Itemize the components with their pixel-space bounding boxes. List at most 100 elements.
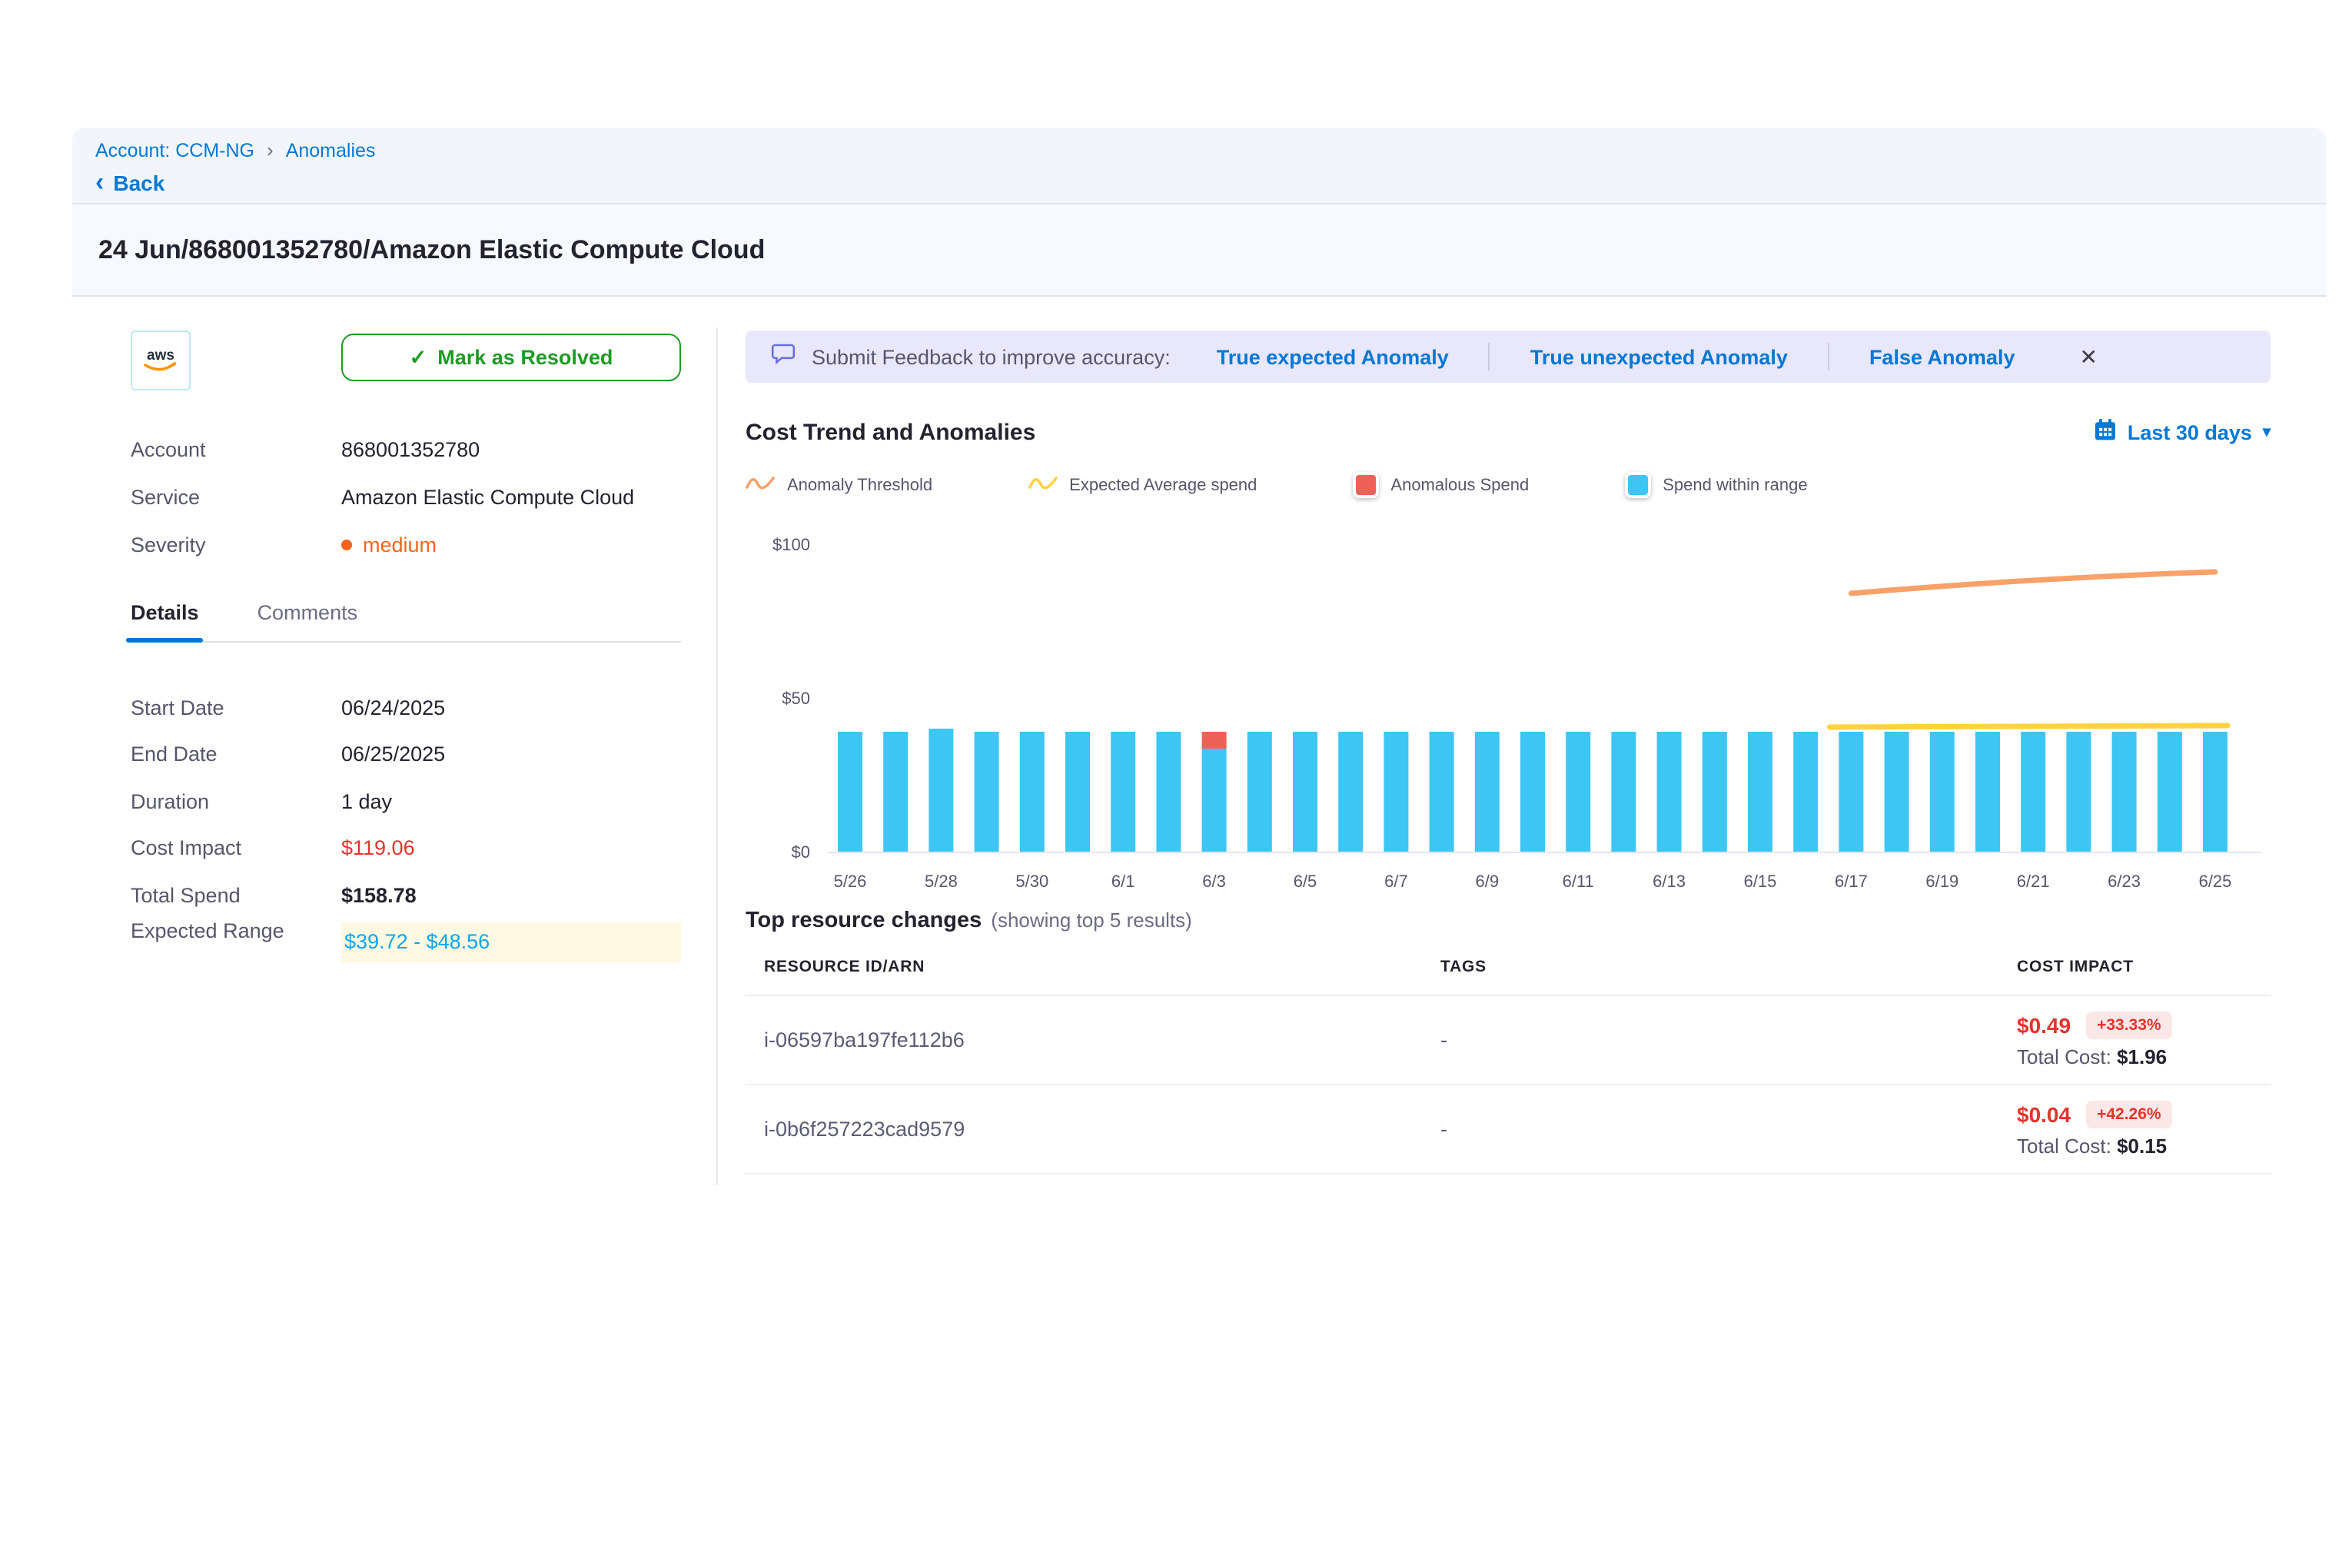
cost-impact-line: $0.49+33.33% xyxy=(2017,1012,2271,1039)
detail-label: End Date xyxy=(131,743,341,766)
detail-row: Expected Range$39.72 - $48.56 xyxy=(131,919,681,965)
table-title: Top resource changes xyxy=(746,909,982,933)
resource-id: i-06597ba197fe112b6 xyxy=(764,1028,1440,1051)
detail-value: $158.78 xyxy=(341,884,417,907)
y-axis-tick: $100 xyxy=(772,535,810,554)
feedback-option[interactable]: True unexpected Anomaly xyxy=(1530,345,1788,368)
x-axis-tick: 6/21 xyxy=(2017,872,2050,891)
chevron-right-icon: › xyxy=(267,138,274,161)
x-axis-tick: 6/23 xyxy=(2108,872,2141,891)
spend-bar xyxy=(838,732,862,852)
spend-bar xyxy=(1020,732,1045,852)
anomaly-threshold-line xyxy=(1851,572,2215,593)
spend-bar xyxy=(1930,732,1955,852)
x-axis-tick: 6/25 xyxy=(2199,872,2232,891)
feedback-option[interactable]: True expected Anomaly xyxy=(1217,345,1449,368)
detail-row: Duration1 day xyxy=(131,778,681,825)
legend-line-icon xyxy=(1028,472,1057,498)
detail-label: Start Date xyxy=(131,696,341,719)
account-fields: Account868001352780ServiceAmazon Elastic… xyxy=(131,426,681,521)
feedback-options: True expected Anomaly True unexpected Ano… xyxy=(1177,343,2055,370)
anomaly-detail-page: Account: CCM-NG › Anomalies ‹ Back 24 Ju… xyxy=(0,0,2352,1568)
date-range-selector[interactable]: Last 30 days ▾ xyxy=(2094,418,2271,446)
legend-label: Anomalous Spend xyxy=(1390,476,1529,494)
spend-bar xyxy=(2112,732,2137,852)
breadcrumb-account-link[interactable]: Account: CCM-NG xyxy=(95,139,254,161)
feedback-bar: Submit Feedback to improve accuracy: Tru… xyxy=(746,331,2271,383)
x-axis-tick: 6/9 xyxy=(1476,872,1500,891)
col-cost-impact: COST IMPACT xyxy=(2017,958,2271,976)
cost-change-badge: +42.26% xyxy=(2086,1101,2172,1128)
spend-bar xyxy=(1475,732,1500,852)
cost-trend-chart: $0$50$1005/265/285/306/16/36/56/76/96/11… xyxy=(746,513,2267,905)
detail-value: $39.72 - $48.56 xyxy=(341,922,681,962)
detail-label: Duration xyxy=(131,790,341,813)
x-axis-tick: 6/15 xyxy=(1744,872,1777,891)
spend-bar xyxy=(2158,732,2182,852)
spend-bar xyxy=(1384,732,1408,852)
table-body: i-06597ba197fe112b6-$0.49+33.33% Total Co… xyxy=(746,995,2271,1174)
table-row: i-06597ba197fe112b6-$0.49+33.33% Total Co… xyxy=(746,995,2271,1084)
detail-row: Total Spend$158.78 xyxy=(131,872,681,919)
resolve-label: Mark as Resolved xyxy=(437,346,613,369)
x-axis-tick: 6/7 xyxy=(1384,872,1408,891)
table-subtitle: (showing top 5 results) xyxy=(991,909,1192,932)
table-row: i-0b6f257223cad9579-$0.04+42.26%Total Co… xyxy=(746,1084,2271,1174)
tags-value: - xyxy=(1440,1028,2017,1051)
spend-bar xyxy=(1202,749,1227,852)
feedback-option[interactable]: False Anomaly xyxy=(1869,345,2015,368)
severity-label: Severity xyxy=(131,533,341,556)
spend-bar xyxy=(1293,732,1317,852)
detail-value: $119.06 xyxy=(341,837,415,860)
total-cost-line: Total Cost: $1.96 xyxy=(2017,1045,2271,1068)
speech-bubble-icon xyxy=(770,341,796,373)
tab-details[interactable]: Details xyxy=(131,601,199,624)
divider xyxy=(1828,343,1829,370)
breadcrumb-anomalies-link[interactable]: Anomalies xyxy=(286,139,376,161)
spend-bar xyxy=(1111,732,1135,852)
x-axis-tick: 6/3 xyxy=(1202,872,1226,891)
detail-label: Cost Impact xyxy=(131,837,341,860)
severity-value: medium xyxy=(341,533,437,556)
detail-row: Cost Impact$119.06 xyxy=(131,825,681,872)
legend-item: Anomalous Spend xyxy=(1352,472,1529,498)
back-label: Back xyxy=(113,171,164,195)
spend-bar xyxy=(1520,732,1545,852)
spend-bar xyxy=(1748,732,1772,852)
spend-bar xyxy=(1885,732,1909,852)
cost-impact-cell: $0.49+33.33% Total Cost: $1.96 xyxy=(2017,1012,2271,1068)
spend-bar xyxy=(1657,732,1682,852)
spend-bar xyxy=(1065,732,1090,852)
x-axis-tick: 5/26 xyxy=(834,872,867,891)
cost-impact-amount: $0.04 xyxy=(2017,1102,2071,1127)
divider xyxy=(1489,343,1490,370)
anomaly-summary-panel: aws ✓ Mark as Resolved Account8680013527… xyxy=(131,331,681,965)
calendar-icon xyxy=(2094,418,2117,446)
detail-value: 1 day xyxy=(341,790,392,813)
cost-impact-cell: $0.04+42.26%Total Cost: $0.15 xyxy=(2017,1101,2271,1158)
table-header: RESOURCE ID/ARN TAGS COST IMPACT xyxy=(746,933,2271,995)
x-axis-tick: 6/5 xyxy=(1294,872,1317,891)
x-axis-tick: 6/19 xyxy=(1925,872,1958,891)
header-banner: Account: CCM-NG › Anomalies ‹ Back xyxy=(72,128,2326,204)
spend-bar xyxy=(1430,732,1454,852)
spend-bar xyxy=(2203,732,2227,852)
spend-bar xyxy=(883,732,908,852)
field-label: Account xyxy=(131,438,341,461)
mark-as-resolved-button[interactable]: ✓ Mark as Resolved xyxy=(341,334,681,381)
spend-bar xyxy=(1611,732,1636,852)
svg-text:aws: aws xyxy=(147,347,174,363)
back-button[interactable]: ‹ Back xyxy=(95,171,2326,195)
details-list: Start Date06/24/2025End Date06/25/2025Du… xyxy=(131,684,681,965)
close-icon[interactable]: ✕ xyxy=(2080,344,2098,370)
field-label: Service xyxy=(131,486,341,509)
chart-legend: Anomaly ThresholdExpected Average spendA… xyxy=(746,472,2271,498)
tab-comments[interactable]: Comments xyxy=(257,601,358,624)
col-resource-id: RESOURCE ID/ARN xyxy=(764,958,1440,976)
field-row: ServiceAmazon Elastic Compute Cloud xyxy=(131,473,681,521)
field-row: Account868001352780 xyxy=(131,426,681,473)
col-tags: TAGS xyxy=(1440,958,2017,976)
caret-down-icon: ▾ xyxy=(2263,424,2271,440)
detail-tabs: Details Comments xyxy=(131,601,681,643)
anomaly-analysis-panel: Submit Feedback to improve accuracy: Tru… xyxy=(746,331,2271,1174)
